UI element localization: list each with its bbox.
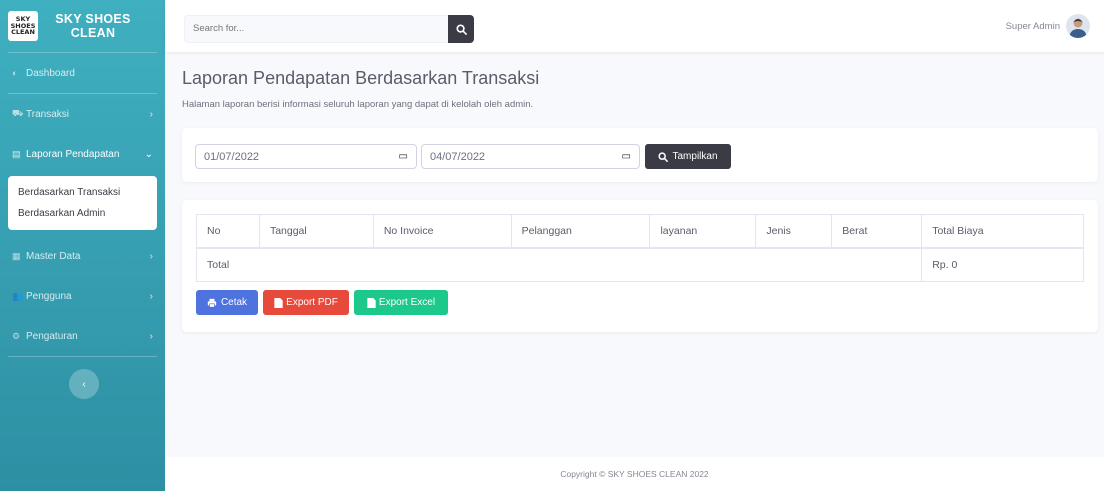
copyright-text: Copyright © SKY SHOES CLEAN 2022 (560, 469, 709, 479)
column-header: Jenis (755, 214, 833, 249)
sidebar-item-label: Laporan Pendapatan (26, 148, 120, 160)
total-value: Rp. 0 (921, 247, 1084, 282)
search-input[interactable] (185, 16, 441, 40)
tampilkan-label: Tampilkan (672, 151, 718, 162)
chevron-down-icon: ⌄ (144, 148, 153, 160)
sidebar-item-label: Master Data (26, 250, 81, 262)
chevron-right-icon: › (149, 108, 153, 120)
calendar-icon[interactable]: ▭ (399, 151, 408, 162)
search-icon (455, 23, 467, 35)
action-buttons: Cetak Export PDF Export Excel (196, 290, 448, 315)
sidebar-item-label: Transaksi (26, 108, 69, 120)
cart-icon: ⛟ (12, 108, 24, 118)
total-row: Total Rp. 0 (195, 247, 1084, 282)
file-pdf-icon (274, 297, 283, 308)
cetak-label: Cetak (220, 297, 248, 308)
start-date-input[interactable]: 01/07/2022 ▭ (195, 144, 417, 169)
column-header: Pelanggan (510, 214, 651, 249)
column-header: Total Biaya (921, 214, 1084, 249)
brand-logo: SKY SHOES CLEAN (8, 11, 38, 41)
export-excel-button[interactable]: Export Excel (354, 290, 448, 315)
report-table: No Tanggal No Invoice Pelanggan layanan … (195, 214, 1084, 282)
column-header: layanan (649, 214, 757, 249)
sidebar-item-dashboard[interactable]: ◐ Dashboard (0, 53, 165, 93)
search-icon (658, 151, 669, 162)
filter-card: 01/07/2022 ▭ 04/07/2022 ▭ Tampilkan (182, 128, 1098, 182)
user-menu[interactable]: Super Admin (1006, 14, 1090, 38)
print-icon (207, 298, 217, 307)
tampilkan-button[interactable]: Tampilkan (645, 144, 731, 169)
submenu-laporan: Berdasarkan Transaksi Berdasarkan Admin (8, 176, 157, 230)
sidebar-toggle-button[interactable]: ‹ (69, 369, 99, 399)
page-title: Laporan Pendapatan Berdasarkan Transaksi (182, 68, 540, 88)
column-header: No (196, 214, 260, 249)
column-header: No Invoice (372, 214, 512, 249)
report-icon: ▤ (12, 148, 21, 159)
chevron-right-icon: › (149, 330, 153, 342)
export-pdf-label: Export PDF (286, 297, 338, 308)
cetak-button[interactable]: Cetak (196, 290, 258, 315)
sidebar-item-master-data[interactable]: ▦ Master Data › (0, 236, 165, 276)
user-name: Super Admin (1005, 20, 1060, 32)
users-icon: 👥 (12, 290, 24, 301)
brand[interactable]: SKY SHOES CLEAN SKY SHOES CLEAN (0, 0, 165, 52)
start-date-value: 01/07/2022 (204, 150, 260, 163)
chevron-right-icon: › (149, 250, 153, 262)
submenu-item-berdasarkan-admin[interactable]: Berdasarkan Admin (8, 203, 157, 224)
column-header: Tanggal (258, 214, 374, 249)
column-header: Berat (831, 214, 923, 249)
export-pdf-button[interactable]: Export PDF (263, 290, 349, 315)
avatar (1066, 14, 1090, 38)
sidebar: SKY SHOES CLEAN SKY SHOES CLEAN ◐ Dashbo… (0, 0, 165, 491)
footer: Copyright © SKY SHOES CLEAN 2022 (165, 457, 1104, 491)
sidebar-item-transaksi[interactable]: ⛟ Transaksi › (0, 94, 165, 134)
sidebar-item-pengguna[interactable]: 👥 Pengguna › (0, 276, 165, 316)
chevron-right-icon: › (149, 290, 153, 302)
end-date-value: 04/07/2022 (430, 150, 486, 163)
database-icon: ▦ (12, 250, 21, 261)
calendar-icon[interactable]: ▭ (622, 151, 631, 162)
brand-title: SKY SHOES CLEAN (55, 12, 131, 40)
logo-line-3: CLEAN (11, 28, 35, 37)
topbar: Super Admin (165, 0, 1104, 52)
sidebar-item-pengaturan[interactable]: ⚙ Pengaturan › (0, 316, 165, 356)
submenu-item-berdasarkan-transaksi[interactable]: Berdasarkan Transaksi (8, 182, 157, 203)
export-excel-label: Export Excel (378, 297, 436, 308)
gear-icon: ⚙ (12, 330, 21, 341)
end-date-input[interactable]: 04/07/2022 ▭ (421, 144, 640, 169)
chevron-left-icon: ‹ (82, 378, 86, 390)
sidebar-divider (8, 356, 157, 357)
search-box (184, 15, 450, 43)
total-label: Total (195, 247, 923, 282)
sidebar-item-label: Pengguna (26, 290, 72, 302)
search-button[interactable] (448, 15, 474, 43)
table-header-row: No Tanggal No Invoice Pelanggan layanan … (196, 214, 1084, 249)
report-table-card: No Tanggal No Invoice Pelanggan layanan … (182, 200, 1098, 332)
sidebar-item-label: Dashboard (26, 67, 75, 79)
sidebar-item-laporan-pendapatan[interactable]: ▤ Laporan Pendapatan ⌄ (0, 134, 165, 174)
sidebar-item-label: Pengaturan (26, 330, 78, 342)
file-excel-icon (367, 297, 376, 308)
page-subtitle: Halaman laporan berisi informasi seluruh… (182, 99, 534, 110)
dashboard-icon: ◐ (12, 68, 18, 78)
